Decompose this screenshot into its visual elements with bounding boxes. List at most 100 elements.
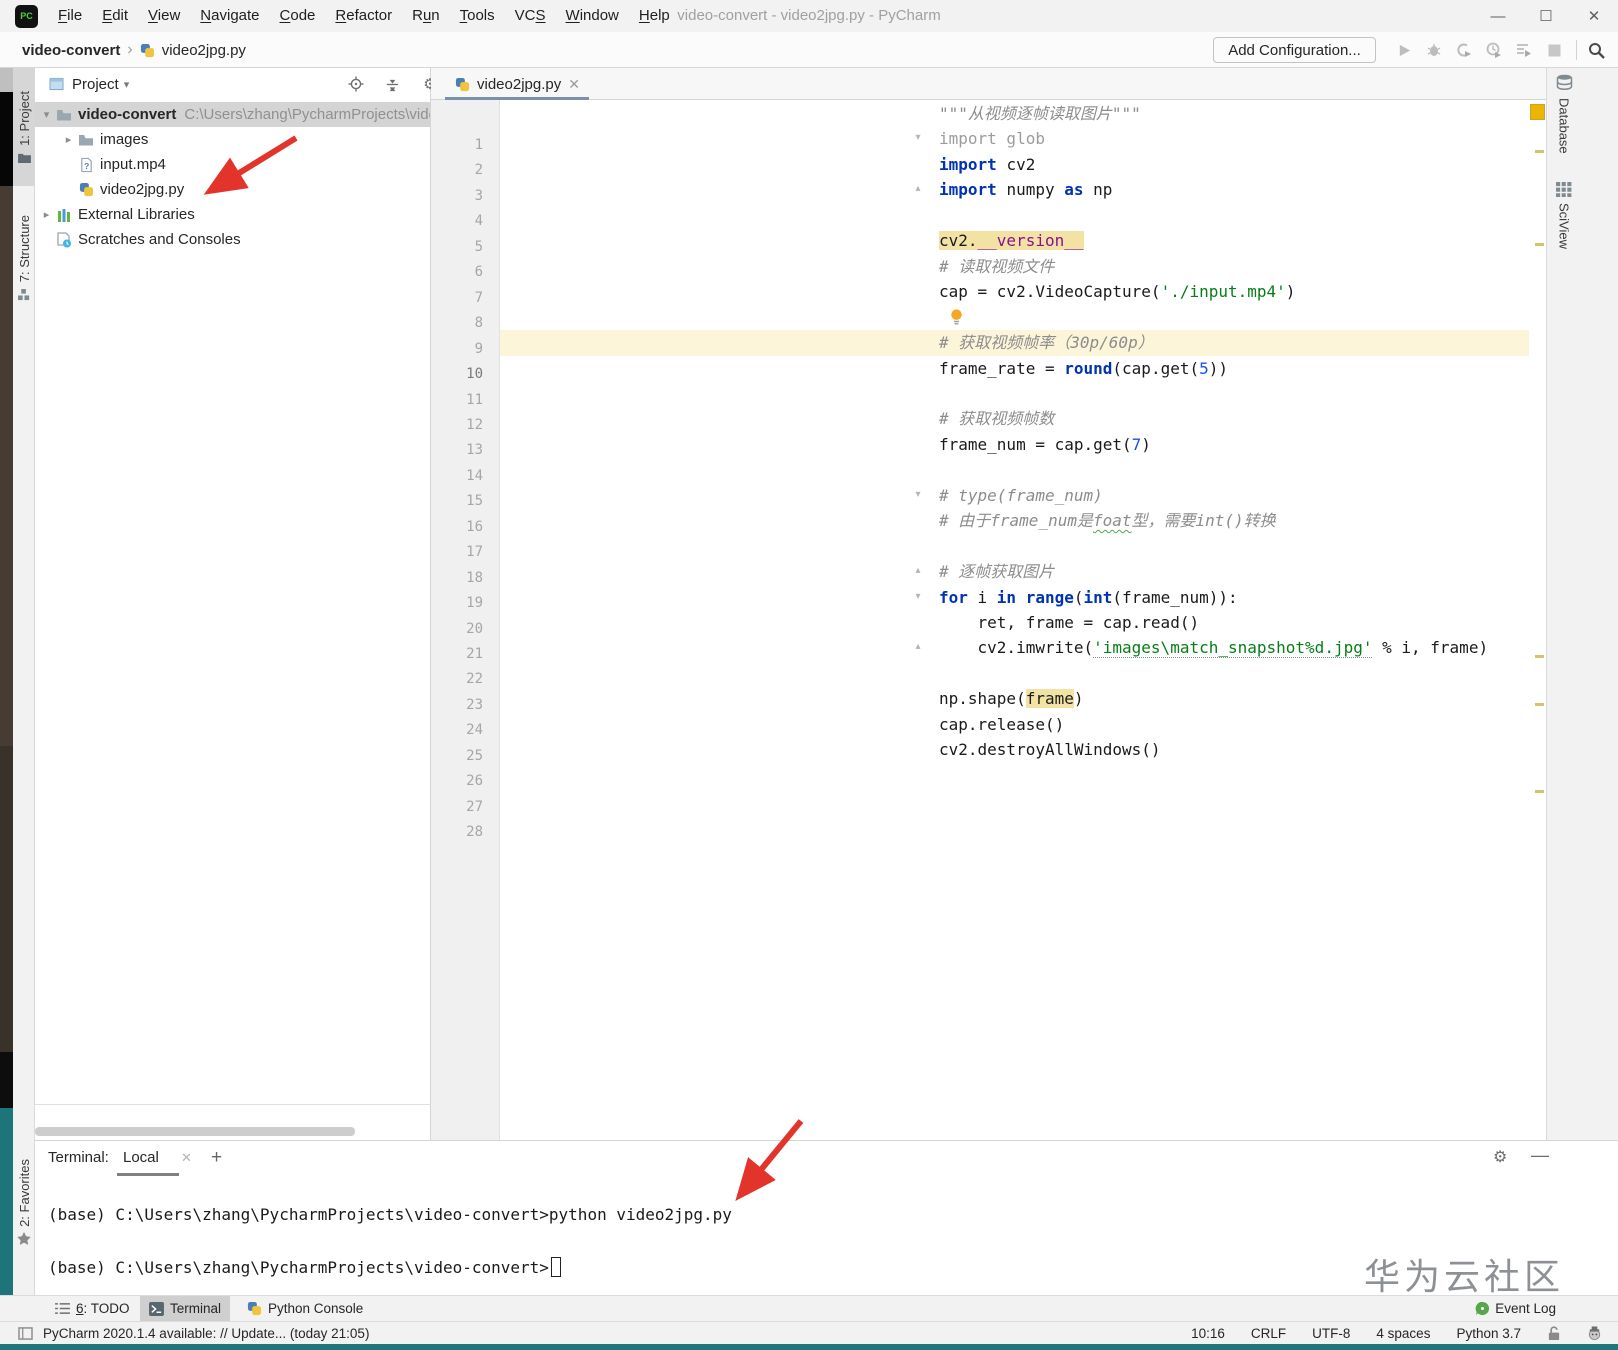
code-line-16[interactable]: # type(frame_num) [939,483,1103,509]
chevron-down-icon[interactable]: ▾ [40,108,53,121]
code-line-19[interactable]: # 逐帧获取图片 [939,559,1054,585]
minimize-button[interactable]: — [1474,0,1522,32]
search-everywhere-icon[interactable] [1584,39,1608,61]
menu-item-navigate[interactable]: Navigate [190,0,269,32]
status-widget[interactable]: 4 spaces [1376,1326,1430,1341]
tree-row-video2jpg-py[interactable]: video2jpg.py [35,177,430,202]
code-line-10[interactable]: # 获取视频帧率（30p/60p） [939,330,1154,356]
code-line-11[interactable]: frame_rate = round(cap.get(5)) [939,356,1228,382]
code-line-24[interactable]: np.shape(frame) [939,686,1084,712]
inspection-status-square[interactable] [1530,104,1545,120]
code-token: frame_rate = [939,358,1065,378]
menu-item-tools[interactable]: Tools [450,0,505,32]
menu-item-edit[interactable]: Edit [92,0,138,32]
code-line-3[interactable]: import cv2 [939,152,1035,178]
status-message[interactable]: PyCharm 2020.1.4 available: // Update...… [43,1326,369,1341]
sidebar-tab-favorites[interactable]: 2: Favorites [13,1138,35,1266]
warning-stripe-mark[interactable] [1535,243,1544,246]
warning-stripe-mark[interactable] [1535,790,1544,793]
chevron-right-icon[interactable]: ▸ [40,208,53,221]
code-line-22[interactable]: cv2.imwrite('images\match_snapshot%d.jpg… [939,635,1488,661]
code-line-8[interactable]: cap = cv2.VideoCapture('./input.mp4') [939,279,1295,305]
tree-row-input-mp4[interactable]: ? input.mp4 [35,152,430,177]
code-line-7[interactable]: # 读取视频文件 [939,254,1054,280]
terminal-tab-local[interactable]: Local [123,1149,159,1166]
add-configuration-button[interactable]: Add Configuration... [1213,37,1376,63]
code-line-14[interactable]: frame_num = cap.get(7) [939,432,1151,458]
menu-item-run[interactable]: Run [402,0,450,32]
menu-item-window[interactable]: Window [556,0,629,32]
menu-item-view[interactable]: View [138,0,190,32]
sidebar-tab-sciview[interactable]: SciView [1552,182,1576,249]
terminal-button[interactable]: Terminal [140,1296,231,1321]
code-line-20[interactable]: for i in range(int(frame_num)): [939,585,1238,611]
code-line-4[interactable]: import numpy as np [939,177,1112,203]
code-line-21[interactable]: ret, frame = cap.read() [939,610,1200,636]
menu-item-refactor[interactable]: Refactor [325,0,402,32]
warning-stripe-mark[interactable] [1535,703,1544,706]
code-line-6[interactable]: cv2.__version__ [939,228,1084,254]
run-coverage-button[interactable] [1452,39,1476,61]
code-line-1[interactable]: """从视频逐帧读取图片""" [939,101,1141,127]
new-terminal-session-icon[interactable]: + [211,1147,222,1169]
tree-row-scratches-and-consoles[interactable]: Scratches and Consoles [35,227,430,252]
terminal-icon [149,1301,164,1316]
project-horizontal-scrollbar[interactable] [35,1127,355,1136]
run-button[interactable] [1392,39,1416,61]
fold-marker-icon[interactable]: ▾ [910,489,926,500]
fold-marker-icon[interactable]: ▴ [910,641,926,652]
tree-row-external-libraries[interactable]: ▸ External Libraries [35,202,430,227]
menu-item-help[interactable]: Help [629,0,680,32]
warning-stripe-mark[interactable] [1535,150,1544,153]
menu-item-vcs[interactable]: VCS [505,0,556,32]
sidebar-tab-project[interactable]: 1: Project [13,68,35,186]
tree-item-label: input.mp4 [100,156,166,173]
stop-button[interactable] [1542,39,1566,61]
code-line-17[interactable]: # 由于frame_num是foat型，需要int()转换 [939,508,1276,534]
code-token: import glob [939,129,1045,149]
locate-file-icon[interactable] [347,75,365,93]
status-widget[interactable]: 10:16 [1191,1326,1225,1341]
code-line-13[interactable]: # 获取视频帧数 [939,406,1054,432]
python-console-button[interactable]: Python Console [238,1296,372,1321]
code-line-2[interactable]: import glob [939,126,1045,152]
breadcrumb-project[interactable]: video-convert [22,42,120,59]
warning-stripe-mark[interactable] [1535,655,1544,658]
maximize-button[interactable]: ☐ [1522,0,1570,32]
6-todo-button[interactable]: 6: TODO [46,1296,139,1321]
menu-item-file[interactable]: File [48,0,92,32]
status-widget[interactable]: CRLF [1251,1326,1286,1341]
status-widget[interactable]: UTF-8 [1312,1326,1350,1341]
collapse-all-icon[interactable] [383,75,401,93]
editor[interactable]: video2jpg.py ✕ 1 2 3 4 5 6 7 8 9 10 11 12 13 14 15 16 17… [431,68,1546,1140]
code-line-25[interactable]: cap.release() [939,712,1064,738]
fold-marker-icon[interactable]: ▾ [910,591,926,602]
sidebar-tab-structure[interactable]: 7: Structure [13,192,35,324]
run-configurations-button[interactable] [1512,39,1536,61]
menu-item-code[interactable]: Code [270,0,326,32]
chevron-down-icon[interactable]: ▾ [124,78,130,91]
terminal-settings-icon[interactable]: ⚙ [1493,1147,1507,1167]
profiler-button[interactable] [1482,39,1506,61]
breadcrumb-file[interactable]: video2jpg.py [162,42,246,59]
tree-row-video-convert[interactable]: ▾ video-convert C:\Users\zhang\PycharmPro… [35,102,430,127]
sidebar-tab-database[interactable]: Database [1552,74,1576,154]
library-icon [56,207,72,223]
debug-button[interactable] [1422,39,1446,61]
line-number: 12 [466,416,483,433]
chevron-right-icon[interactable]: ▸ [62,133,75,146]
fold-marker-icon[interactable]: ▾ [910,132,926,143]
fold-marker-icon[interactable]: ▴ [910,565,926,576]
close-button[interactable]: ✕ [1570,0,1618,32]
close-tab-icon[interactable]: ✕ [568,76,580,93]
status-bar: PyCharm 2020.1.4 available: // Update...… [0,1321,1618,1344]
project-title[interactable]: Project [72,76,119,93]
tree-row-images[interactable]: ▸ images [35,127,430,152]
code-line-26[interactable]: cv2.destroyAllWindows() [939,737,1161,763]
code-token: """从视频逐帧读取图片""" [939,104,1141,123]
terminal-minimize-icon[interactable]: — [1531,1145,1549,1166]
status-widget[interactable]: Python 3.7 [1456,1326,1521,1341]
close-terminal-tab-icon[interactable]: ✕ [181,1150,192,1166]
fold-marker-icon[interactable]: ▴ [910,183,926,194]
editor-tab-video2jpg[interactable]: video2jpg.py ✕ [445,68,590,100]
